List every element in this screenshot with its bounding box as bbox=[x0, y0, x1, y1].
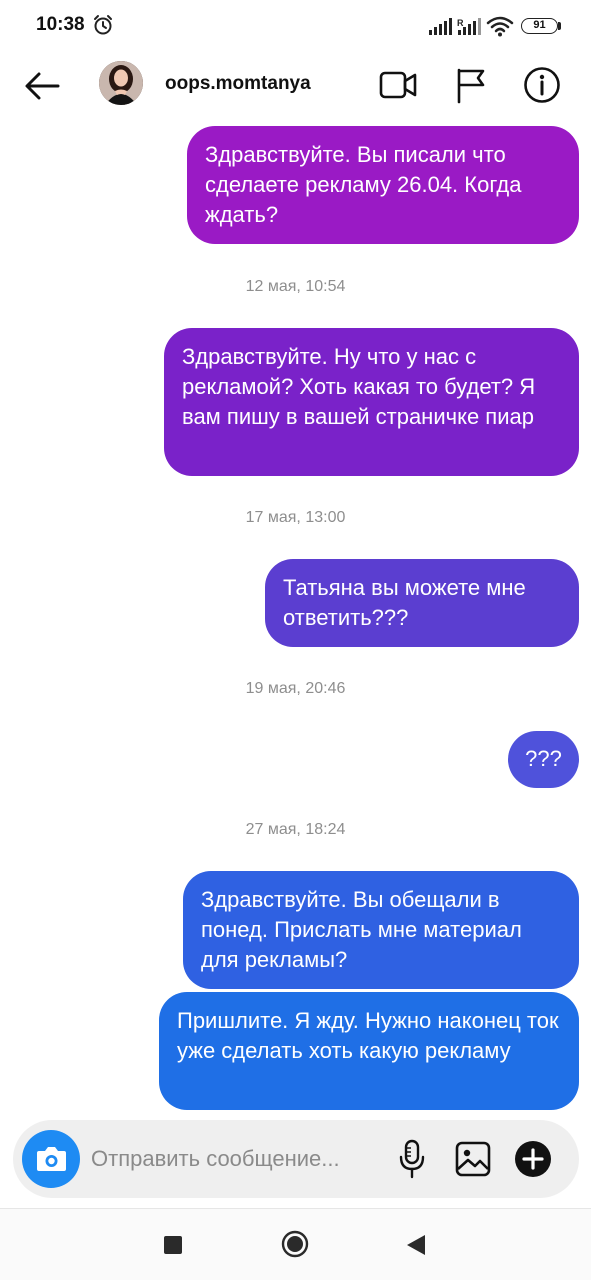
message-bubble[interactable]: Татьяна вы можете мне ответить??? bbox=[265, 559, 579, 647]
back-triangle-icon[interactable] bbox=[406, 1234, 426, 1256]
video-camera-icon[interactable] bbox=[378, 66, 418, 104]
username[interactable]: oops.momtanya bbox=[165, 73, 311, 95]
alarm-icon bbox=[94, 15, 112, 35]
gallery-icon[interactable] bbox=[454, 1140, 492, 1178]
home-circle-icon[interactable] bbox=[281, 1230, 309, 1258]
signal-icon bbox=[429, 18, 452, 35]
message-bubble[interactable]: Пришлите. Я жду. Нужно наконец ток уже с… bbox=[159, 992, 579, 1110]
message-bubble[interactable]: ??? bbox=[508, 731, 579, 788]
battery-tip bbox=[558, 22, 561, 30]
back-arrow-icon[interactable] bbox=[22, 68, 62, 104]
message-bubble[interactable]: Здравствуйте. Вы писали что сделаете рек… bbox=[187, 126, 579, 244]
svg-text:R: R bbox=[457, 18, 464, 28]
status-bar: 10:38 R 91 bbox=[0, 0, 591, 52]
status-time: 10:38 bbox=[36, 14, 85, 35]
avatar-portrait bbox=[99, 61, 143, 105]
flag-icon[interactable] bbox=[453, 66, 489, 104]
message-input[interactable] bbox=[91, 1140, 381, 1178]
signal-r-icon: R bbox=[457, 18, 481, 35]
camera-icon bbox=[37, 1147, 66, 1171]
camera-button[interactable] bbox=[22, 1130, 80, 1188]
recents-square-icon[interactable] bbox=[164, 1236, 182, 1254]
wifi-icon bbox=[486, 16, 514, 37]
message-composer bbox=[13, 1120, 579, 1198]
message-timestamp: 17 мая, 13:00 bbox=[245, 509, 346, 526]
chat-header: oops.momtanya bbox=[0, 52, 591, 118]
avatar[interactable] bbox=[99, 61, 143, 105]
message-timestamp: 27 мая, 18:24 bbox=[245, 821, 346, 838]
message-timestamp: 19 мая, 20:46 bbox=[245, 680, 346, 697]
system-navigation-bar bbox=[0, 1208, 591, 1280]
plus-icon[interactable] bbox=[514, 1140, 552, 1178]
battery-icon: 91 bbox=[521, 18, 558, 34]
message-bubble[interactable]: Здравствуйте. Ну что у нас с рекламой? Х… bbox=[164, 328, 579, 476]
message-bubble[interactable]: Здравствуйте. Вы обещали в понед. Присла… bbox=[183, 871, 579, 989]
info-icon[interactable] bbox=[522, 65, 562, 105]
message-timestamp: 12 мая, 10:54 bbox=[245, 278, 346, 295]
microphone-icon[interactable] bbox=[397, 1139, 427, 1179]
